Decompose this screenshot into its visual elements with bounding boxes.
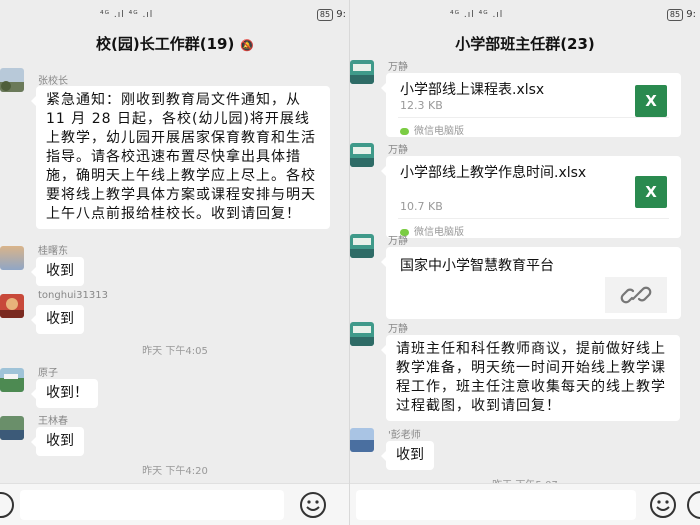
file-size: 12.3 KB: [400, 99, 443, 112]
message-input[interactable]: [20, 490, 284, 520]
sender-name: 万静: [388, 236, 408, 247]
mute-bell-icon: 🔕: [240, 39, 254, 52]
message-bubble[interactable]: 紧急通知：刚收到教育局文件通知，从 11 月 28 日起，各校(幼儿园)将开展线…: [31, 86, 330, 229]
clock: 85 9:: [316, 9, 346, 21]
sender-name: 张校长: [38, 76, 68, 87]
link-icon: [605, 277, 667, 313]
avatar[interactable]: [350, 234, 374, 258]
message-bubble[interactable]: 请班主任和科任教师商议，提前做好线上教学准备，明天统一时间开始线上教学课程工作，…: [381, 335, 680, 421]
message-bubble[interactable]: 收到: [31, 257, 84, 286]
sender-name: 万静: [388, 324, 408, 335]
file-source: 微信电脑版: [400, 122, 464, 137]
chat-title-bar: 校(园)长工作群(19) 🔕: [0, 30, 350, 62]
file-source: 微信电脑版: [400, 223, 464, 238]
signal-indicator: ⁴ᴳ .ıl ⁴ᴳ .ıl: [450, 10, 504, 20]
voice-icon[interactable]: [0, 492, 14, 518]
excel-icon: X: [635, 85, 667, 117]
link-title: 国家中小学智慧教育平台: [400, 258, 554, 274]
file-size: 10.7 KB: [400, 200, 443, 213]
clock: 85 9:: [666, 9, 696, 21]
emoji-icon[interactable]: [649, 491, 677, 519]
input-bar: [0, 483, 350, 525]
left-chat-panel: ⁴ᴳ .ıl ⁴ᴳ .ıl 85 9: 校(园)长工作群(19) 🔕 张校长 紧急…: [0, 0, 350, 525]
avatar[interactable]: [0, 416, 24, 440]
message-bubble[interactable]: 收到: [31, 305, 84, 334]
file-source-label: 微信电脑版: [414, 227, 464, 238]
file-card[interactable]: 小学部线上课程表.xlsx 12.3 KB X 微信电脑版: [381, 73, 681, 137]
time-label: 9:: [336, 9, 346, 20]
divider: [398, 117, 669, 118]
sender-name: 原子: [38, 368, 58, 379]
divider: [398, 218, 669, 219]
avatar[interactable]: [350, 143, 374, 167]
emoji-icon[interactable]: [299, 491, 327, 519]
timestamp: 昨天 下午4:05: [142, 346, 208, 357]
sender-name: tonghui31313: [38, 290, 108, 301]
chat-title: 小学部班主任群(23): [455, 35, 595, 53]
status-bar: ⁴ᴳ .ıl ⁴ᴳ .ıl 85 9:: [0, 0, 350, 30]
sender-name: '彭老师: [388, 430, 421, 441]
right-chat-panel: ⁴ᴳ .ıl ⁴ᴳ .ıl 85 9: 小学部班主任群(23) 万静 小学部线上…: [350, 0, 700, 525]
file-source-label: 微信电脑版: [414, 126, 464, 137]
sender-name: 王林春: [38, 416, 68, 427]
avatar[interactable]: [0, 246, 24, 270]
avatar[interactable]: [0, 68, 24, 92]
message-bubble[interactable]: 收到: [381, 441, 434, 470]
input-bar: [350, 483, 700, 525]
chat-title: 校(园)长工作群(19): [96, 35, 235, 53]
sender-name: 桂曙东: [38, 246, 68, 257]
avatar[interactable]: [0, 294, 24, 318]
sender-name: 万静: [388, 145, 408, 156]
message-input[interactable]: [356, 490, 636, 520]
plus-icon[interactable]: [687, 491, 700, 519]
file-name: 小学部线上课程表.xlsx: [400, 82, 545, 98]
battery-icon: 85: [666, 9, 684, 21]
time-label: 9:: [686, 9, 696, 20]
file-name: 小学部线上教学作息时间.xlsx: [400, 165, 587, 181]
link-card[interactable]: 国家中小学智慧教育平台: [381, 247, 681, 319]
battery-icon: 85: [316, 9, 334, 21]
message-bubble[interactable]: 收到！: [31, 379, 98, 408]
avatar[interactable]: [350, 60, 374, 84]
message-bubble[interactable]: 收到: [31, 427, 84, 456]
file-card[interactable]: 小学部线上教学作息时间.xlsx 10.7 KB X 微信电脑版: [381, 156, 681, 238]
wechat-pc-icon: [400, 127, 409, 135]
timestamp: 昨天 下午4:20: [142, 466, 208, 477]
status-bar: ⁴ᴳ .ıl ⁴ᴳ .ıl 85 9:: [350, 0, 700, 30]
excel-icon: X: [635, 176, 667, 208]
avatar[interactable]: [0, 368, 24, 392]
signal-indicator: ⁴ᴳ .ıl ⁴ᴳ .ıl: [100, 10, 154, 20]
avatar[interactable]: [350, 428, 374, 452]
avatar[interactable]: [350, 322, 374, 346]
sender-name: 万静: [388, 62, 408, 73]
